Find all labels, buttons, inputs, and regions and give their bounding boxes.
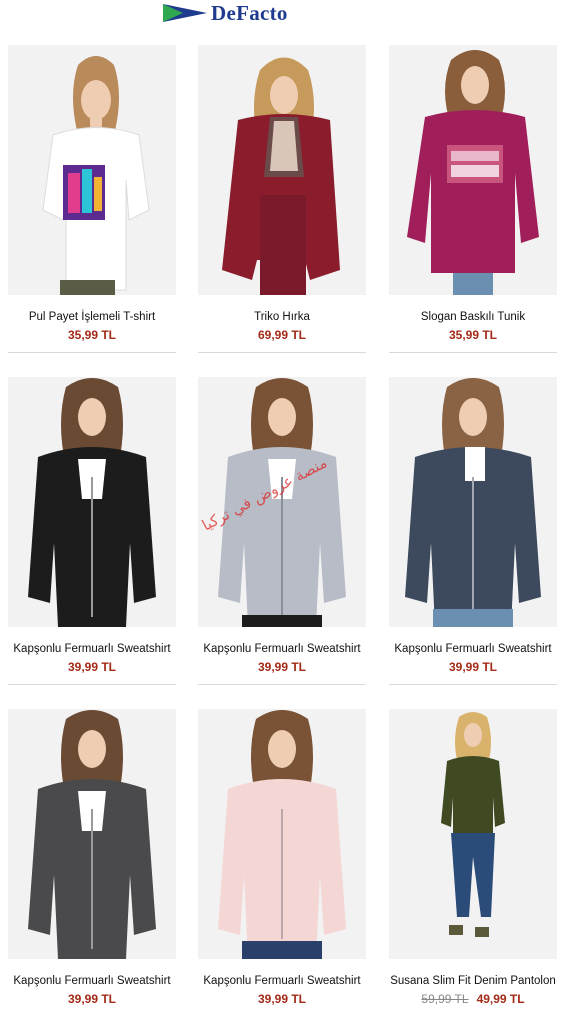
product-name[interactable]: Susana Slim Fit Denim Pantolon (383, 975, 563, 987)
product-image[interactable] (389, 377, 557, 627)
divider (8, 684, 176, 685)
divider (198, 352, 366, 353)
brand-arrow-icon (163, 4, 207, 22)
product-name[interactable]: Kapşonlu Fermuarlı Sweatshirt (192, 975, 372, 987)
product-old-price: 59,99 TL (421, 992, 469, 1006)
product-price: 69,99 TL (198, 328, 366, 342)
product-price: 39,99 TL (8, 660, 176, 674)
product-name[interactable]: Triko Hırka (192, 311, 372, 323)
product-image[interactable] (198, 709, 366, 959)
product-price: 59,99 TL 49,99 TL (389, 992, 557, 1006)
product-image[interactable] (389, 45, 557, 295)
product-name[interactable]: Pul Payet İşlemeli T-shirt (2, 311, 182, 323)
product-name[interactable]: Kapşonlu Fermuarlı Sweatshirt (383, 643, 563, 655)
product-name[interactable]: Slogan Baskılı Tunik (383, 311, 563, 323)
product-name[interactable]: Kapşonlu Fermuarlı Sweatshirt (2, 643, 182, 655)
product-name[interactable]: Kapşonlu Fermuarlı Sweatshirt (192, 643, 372, 655)
product-current-price: 39,99 TL (257, 660, 307, 674)
product-price: 35,99 TL (389, 328, 557, 342)
divider (8, 352, 176, 353)
product-image[interactable] (198, 45, 366, 295)
divider (389, 684, 557, 685)
product-current-price: 39,99 TL (67, 992, 117, 1006)
product-current-price: 35,99 TL (67, 328, 117, 342)
product-current-price: 39,99 TL (67, 660, 117, 674)
product-current-price: 49,99 TL (476, 992, 525, 1006)
product-image[interactable] (389, 709, 557, 959)
product-price: 35,99 TL (8, 328, 176, 342)
product-price: 39,99 TL (8, 992, 176, 1006)
product-current-price: 39,99 TL (257, 992, 307, 1006)
product-current-price: 35,99 TL (448, 328, 498, 342)
header: DeFacto (0, 0, 568, 26)
product-image[interactable] (8, 709, 176, 959)
product-price: 39,99 TL (198, 992, 366, 1006)
product-current-price: 39,99 TL (448, 660, 498, 674)
product-price: 39,99 TL (198, 660, 366, 674)
product-image[interactable] (8, 377, 176, 627)
brand-name: DeFacto (211, 1, 288, 25)
divider (389, 352, 557, 353)
product-current-price: 69,99 TL (257, 328, 307, 342)
divider (198, 684, 366, 685)
product-image[interactable] (8, 45, 176, 295)
product-name[interactable]: Kapşonlu Fermuarlı Sweatshirt (2, 975, 182, 987)
product-image[interactable] (198, 377, 366, 627)
brand-logo[interactable]: DeFacto (163, 2, 288, 24)
product-price: 39,99 TL (389, 660, 557, 674)
